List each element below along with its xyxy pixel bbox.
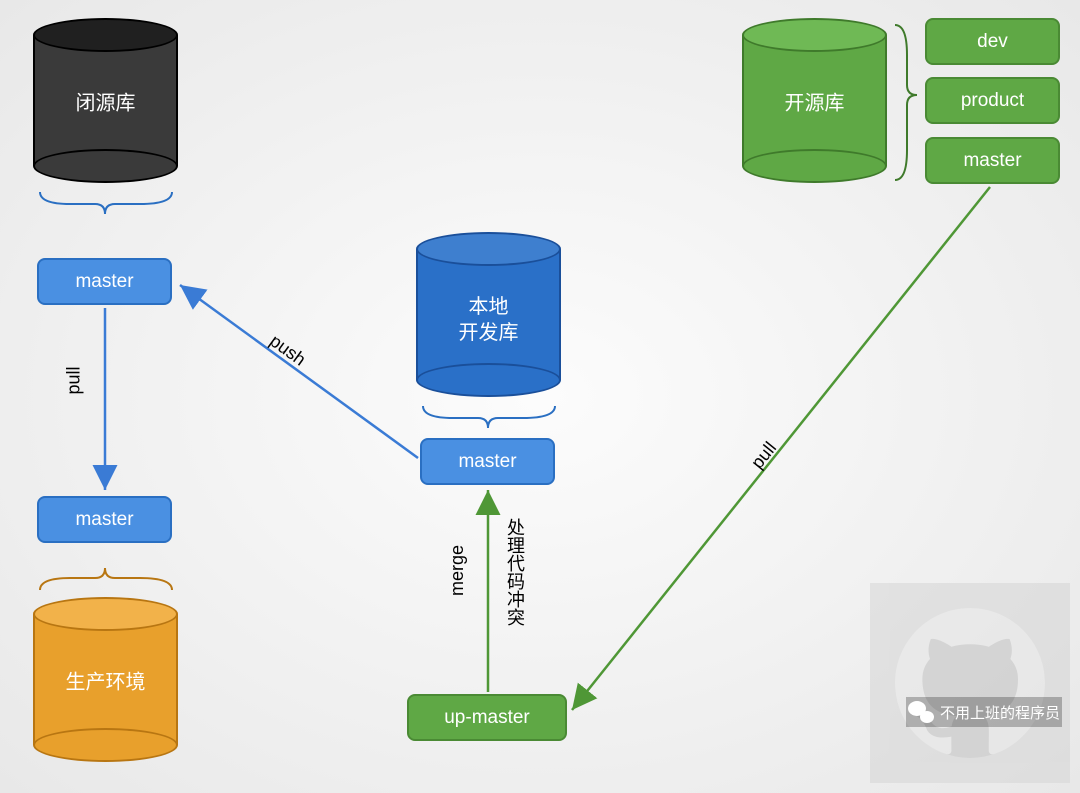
edge-label-pull-closed: pull [64, 366, 85, 394]
box-up-master: up-master [407, 694, 567, 741]
cylinder-closed-repo: 闭源库 [33, 18, 178, 183]
edge-label-merge: merge [447, 545, 468, 596]
open-dev-label: dev [977, 31, 1008, 53]
box-closed-master: master [37, 258, 172, 305]
local-master-label: master [458, 451, 516, 473]
box-local-master: master [420, 438, 555, 485]
github-icon [895, 608, 1045, 758]
edge-label-merge-side: 处理代码冲突 [502, 518, 528, 626]
local-repo-label: 本地 开发库 [416, 294, 561, 346]
prod-master-label: master [75, 509, 133, 531]
box-open-master: master [925, 137, 1060, 184]
up-master-label: up-master [444, 707, 530, 729]
open-master-label: master [963, 150, 1021, 172]
cylinder-prod-env: 生产环境 [33, 597, 178, 762]
cylinder-open-repo: 开源库 [742, 18, 887, 183]
wechat-watermark: 不用上班的程序员 [906, 697, 1062, 727]
box-open-product: product [925, 77, 1060, 124]
closed-master-label: master [75, 271, 133, 293]
wechat-text: 不用上班的程序员 [940, 702, 1060, 723]
github-watermark [870, 583, 1070, 783]
edge-label-push: push [266, 331, 310, 371]
open-product-label: product [961, 90, 1024, 112]
open-repo-label: 开源库 [742, 90, 887, 116]
wechat-icon [908, 701, 934, 723]
box-open-dev: dev [925, 18, 1060, 65]
closed-repo-label: 闭源库 [33, 90, 178, 116]
box-prod-master: master [37, 496, 172, 543]
prod-env-label: 生产环境 [33, 669, 178, 695]
edge-label-pull-open: pull [747, 438, 781, 473]
cylinder-local-repo: 本地 开发库 [416, 232, 561, 397]
